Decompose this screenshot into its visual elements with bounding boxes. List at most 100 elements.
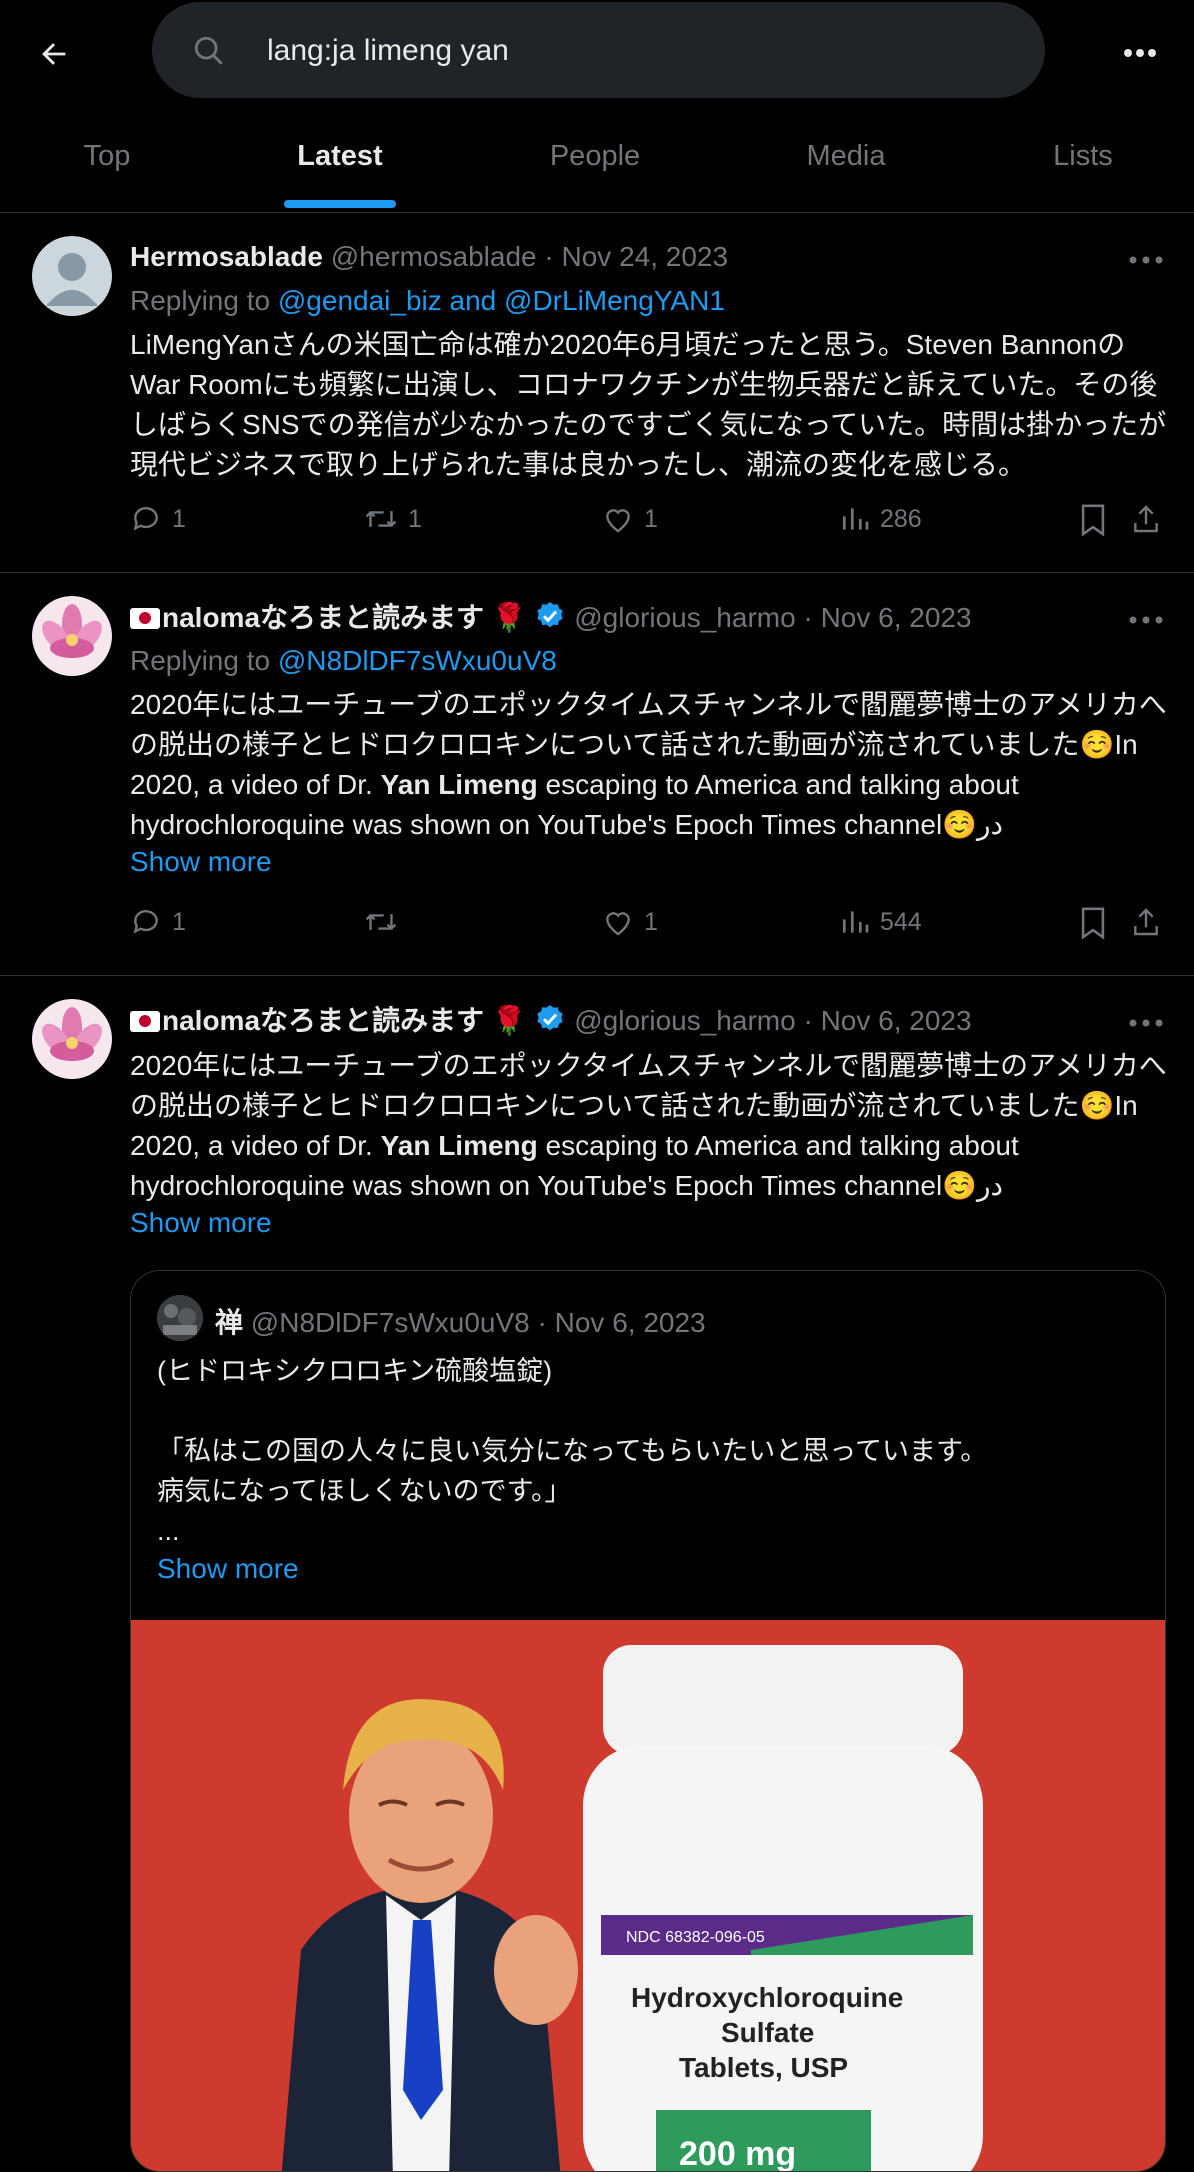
tab-bar: Top Latest People Media Lists [0, 118, 1194, 212]
tweet[interactable]: Hermosablade @hermosablade · Nov 24, 202… [0, 213, 1194, 573]
separator: · [803, 1005, 813, 1036]
arrow-left-icon [42, 43, 66, 65]
avatar[interactable] [157, 1295, 203, 1341]
drug-name-line3: Tablets, USP [679, 2052, 848, 2083]
tab-people[interactable]: People [550, 140, 640, 173]
tweet[interactable]: nalomaなろまと読みます 🌹 @glorious_harmo · Nov 6… [0, 573, 1194, 976]
tweet-date[interactable]: Nov 6, 2023 [821, 1005, 972, 1036]
like-count: 1 [644, 504, 658, 533]
dose-label: 200 mg [679, 2135, 796, 2172]
tweet-date[interactable]: Nov 24, 2023 [562, 241, 729, 272]
display-name[interactable]: Hermosablade [130, 241, 323, 272]
views-button[interactable]: 286 [840, 503, 922, 535]
quoted-tweet-text: (ヒドロキシクロロキン硫酸塩錠) 「私はこの国の人々に良い気分になってもらいたい… [157, 1356, 988, 1546]
tweet-date[interactable]: Nov 6, 2023 [821, 602, 972, 633]
japan-flag-icon [130, 1011, 160, 1032]
share-icon [1134, 505, 1158, 533]
rose-icon: 🌹 [491, 1005, 527, 1036]
user-handle[interactable]: @N8DlDF7sWxu0uV8 [251, 1307, 530, 1338]
show-more-link[interactable]: Show more [157, 1553, 299, 1585]
more-horizontal-icon[interactable] [1128, 610, 1164, 630]
like-button[interactable]: 1 [602, 906, 658, 938]
search-query: lang:ja limeng yan [267, 34, 509, 67]
show-more-link[interactable]: Show more [130, 1207, 272, 1239]
user-handle[interactable]: @glorious_harmo [574, 602, 795, 633]
header: lang:ja limeng yan Top Latest People Med… [0, 0, 1194, 213]
avatar[interactable] [32, 596, 112, 676]
tweet-header: nalomaなろまと読みます 🌹 @glorious_harmo · Nov 6… [130, 600, 972, 635]
default-profile-icon [46, 253, 98, 306]
replying-to: Replying to @gendai_biz and @DrLiMengYAN… [130, 285, 725, 317]
replying-to: Replying to @N8DlDF7sWxu0uV8 [130, 645, 557, 677]
repost-icon [365, 914, 397, 930]
tab-top[interactable]: Top [84, 140, 131, 173]
views-button[interactable]: 544 [840, 906, 922, 938]
ndc-label: NDC 68382-096-05 [626, 1929, 765, 1946]
quoted-tweet-image[interactable]: NDC 68382-096-05 Hydroxychloroquine Sulf… [131, 1620, 1165, 2172]
repost-button[interactable]: 1 [364, 503, 422, 535]
share-button[interactable] [1130, 503, 1162, 535]
tweet-text: LiMengYanさんの米国亡命は確か2020年6月頃だったと思う。Steven… [130, 329, 1167, 480]
user-handle[interactable]: @glorious_harmo [574, 1005, 795, 1036]
tweet-header: nalomaなろまと読みます 🌹 @glorious_harmo · Nov 6… [130, 1003, 972, 1038]
bookmark-button[interactable] [1078, 906, 1108, 940]
drug-name-line1: Hydroxychloroquine [631, 1982, 903, 2013]
avatar[interactable] [32, 999, 112, 1079]
reply-icon [133, 507, 158, 531]
reply-icon [133, 910, 158, 934]
repost-count: 1 [408, 504, 422, 533]
quoted-tweet[interactable]: 禅 @N8DlDF7sWxu0uV8 · Nov 6, 2023 (ヒドロキシク… [130, 1270, 1166, 2172]
bookmark-button[interactable] [1078, 503, 1108, 537]
tweet-actions: 1 1 1 286 [0, 503, 1194, 553]
tab-media[interactable]: Media [807, 140, 886, 173]
more-horizontal-icon[interactable] [1128, 1013, 1164, 1033]
tweet[interactable]: nalomaなろまと読みます 🌹 @glorious_harmo · Nov 6… [0, 976, 1194, 2172]
bookmark-icon [1081, 504, 1105, 537]
tweet-date[interactable]: Nov 6, 2023 [555, 1307, 706, 1338]
replying-to-link[interactable]: @gendai_biz and @DrLiMengYAN1 [278, 285, 725, 316]
bookmark-icon [1081, 907, 1105, 940]
replying-to-label: Replying to [130, 285, 271, 316]
more-horizontal-icon[interactable] [1128, 250, 1164, 270]
search-icon [194, 36, 223, 65]
separator: · [544, 241, 554, 272]
share-button[interactable] [1130, 906, 1162, 938]
active-tab-indicator [284, 200, 396, 208]
japan-flag-icon [130, 608, 160, 629]
back-button[interactable] [30, 30, 78, 78]
tweet-text: 2020年にはユーチューブのエポックタイムスチャンネルで閻麗夢博士のアメリカへの… [130, 689, 1167, 840]
quoted-tweet-header: 禅 @N8DlDF7sWxu0uV8 · Nov 6, 2023 [215, 1301, 706, 1341]
show-more-link[interactable]: Show more [130, 846, 272, 878]
analytics-icon [843, 508, 869, 530]
like-button[interactable]: 1 [602, 503, 658, 535]
search-input[interactable]: lang:ja limeng yan [152, 2, 1045, 98]
display-name[interactable]: nalomaなろまと読みます [162, 1005, 484, 1036]
avatar[interactable] [32, 236, 112, 316]
medication-bottle-photo: NDC 68382-096-05 Hydroxychloroquine Sulf… [131, 1620, 1165, 2172]
quoted-user-avatar [157, 1295, 203, 1341]
tab-latest[interactable]: Latest [297, 140, 382, 173]
share-icon [1134, 908, 1158, 936]
reply-button[interactable]: 1 [130, 906, 186, 938]
tweet-text: 2020年にはユーチューブのエポックタイムスチャンネルで閻麗夢博士のアメリカへの… [130, 1050, 1167, 1201]
user-handle[interactable]: @hermosablade [331, 241, 537, 272]
display-name[interactable]: nalomaなろまと読みます [162, 602, 484, 633]
replying-to-label: Replying to [130, 645, 271, 676]
reply-count: 1 [172, 504, 186, 533]
reply-button[interactable]: 1 [130, 503, 186, 535]
display-name[interactable]: 禅 [215, 1307, 243, 1338]
tab-lists[interactable]: Lists [1053, 140, 1113, 173]
lotus-flower-avatar [42, 1007, 102, 1061]
repost-button[interactable] [364, 906, 408, 938]
highlight-text: Yan Limeng [380, 769, 538, 800]
repost-icon [365, 511, 397, 527]
more-options-button[interactable] [1115, 28, 1165, 78]
heart-icon [606, 509, 630, 533]
analytics-icon [843, 911, 869, 933]
reply-count: 1 [172, 907, 186, 936]
heart-icon [606, 912, 630, 936]
rose-icon: 🌹 [491, 602, 527, 633]
tweet-actions: 1 1 544 [0, 906, 1194, 956]
replying-to-link[interactable]: @N8DlDF7sWxu0uV8 [278, 645, 557, 676]
highlight-text: Yan Limeng [380, 1130, 538, 1161]
